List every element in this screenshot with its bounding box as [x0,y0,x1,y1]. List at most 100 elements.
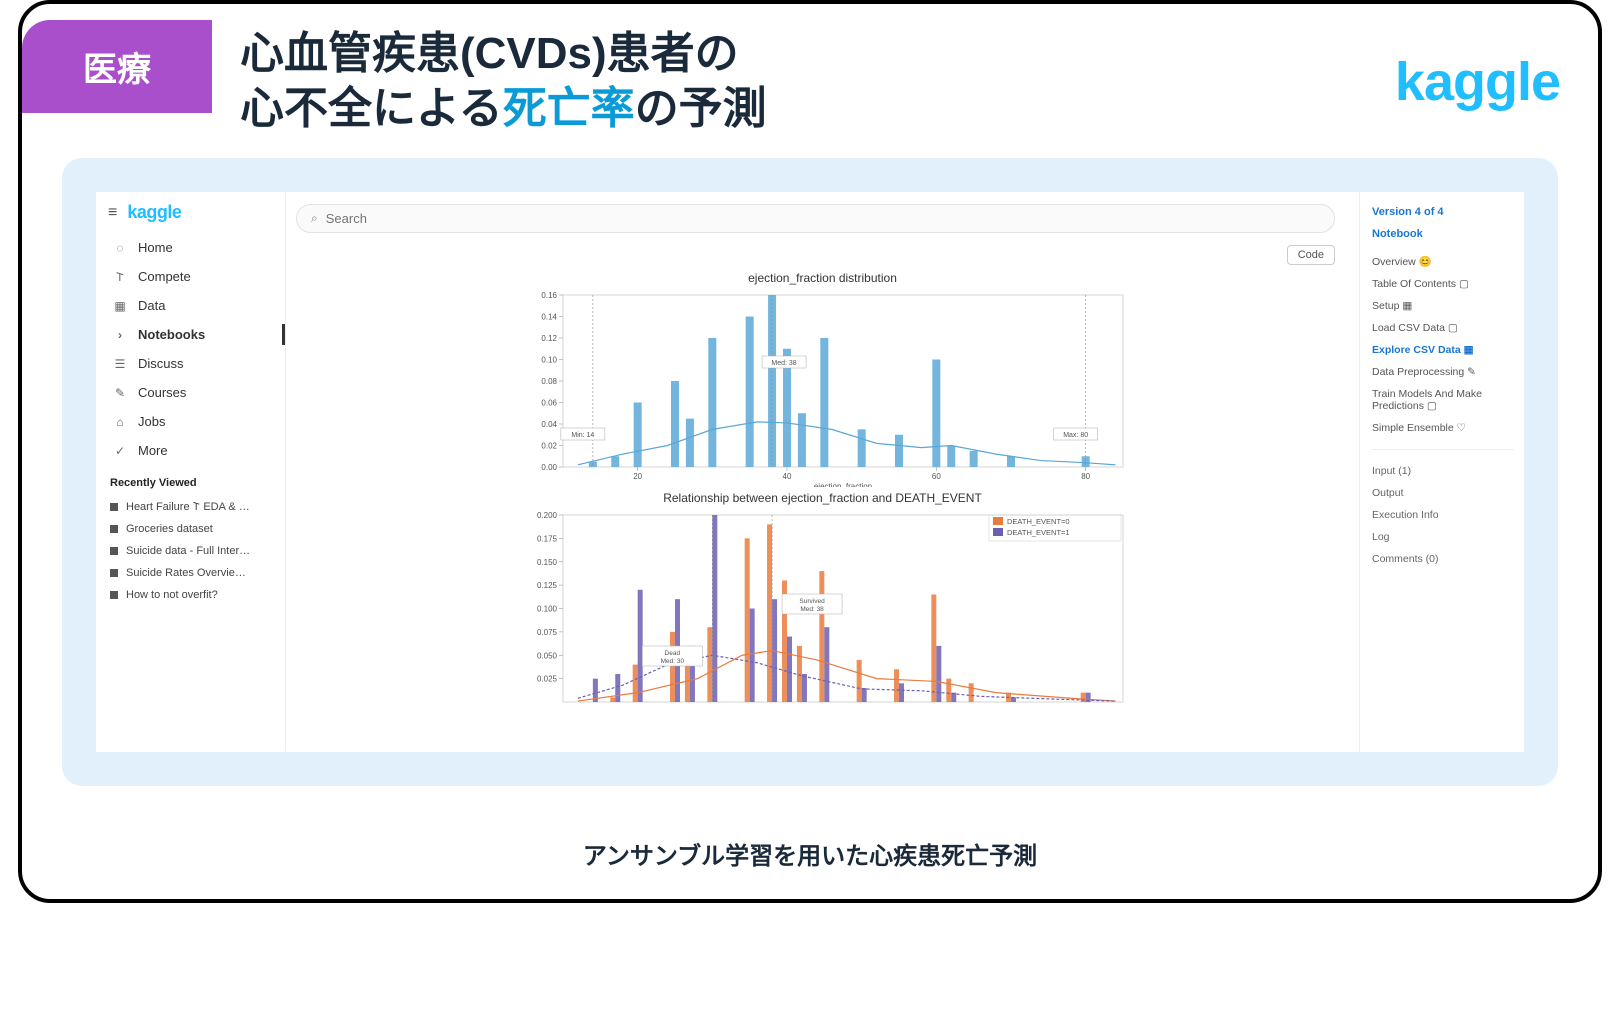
toc-item[interactable]: Setup ▦ [1372,295,1514,317]
svg-text:DEATH_EVENT=0: DEATH_EVENT=0 [1007,517,1070,526]
rv-label: Groceries dataset [126,523,213,535]
file-icon [110,547,118,555]
code-button[interactable]: Code [1287,245,1335,265]
svg-text:0.10: 0.10 [541,356,557,365]
svg-text:0.14: 0.14 [541,313,557,322]
title-highlight: 死亡率 [503,84,635,133]
slide-header: 医療 心血管疾患(CVDs)患者の 心不全による死亡率の予測 kaggle [22,4,1598,146]
toc-item[interactable]: Train Models And Make Predictions ▢ [1372,383,1514,417]
nav-label: Notebooks [138,327,205,342]
svg-text:20: 20 [633,472,642,481]
title-line2-a: 心不全による [240,84,503,133]
svg-text:0.175: 0.175 [536,534,557,543]
svg-text:0.200: 0.200 [536,511,557,520]
nav-label: Courses [138,385,186,400]
svg-text:0.100: 0.100 [536,605,557,614]
nav-label: Home [138,240,173,255]
sidebar: ≡ kaggle ◌ Home 𐌕 Compete ▦ Data › Notebooks ☰ Di… [96,192,286,752]
sidebar-logo[interactable]: kaggle [127,202,181,223]
rv-label: Suicide Rates Overvie… [126,567,246,579]
rail-section-item[interactable]: Execution Info [1372,504,1514,526]
title-line1: 心血管疾患(CVDs)患者の [240,29,739,78]
screenshot-frame: ≡ kaggle ◌ Home 𐌕 Compete ▦ Data › Notebooks ☰ Di… [62,158,1558,786]
nav-label: Jobs [138,414,165,429]
category-badge: 医療 [22,20,212,113]
file-icon [110,591,118,599]
kaggle-screenshot: ≡ kaggle ◌ Home 𐌕 Compete ▦ Data › Notebooks ☰ Di… [96,192,1524,752]
file-icon [110,569,118,577]
nav-item-compete[interactable]: 𐌕 Compete [108,262,277,291]
nav-label: Compete [138,269,191,284]
rail-separator [1372,449,1514,450]
chart1-title: ejection_fraction distribution [296,271,1349,285]
search-input[interactable] [326,211,1320,226]
nav-label: Discuss [138,356,184,371]
nav-label: More [138,443,168,458]
rv-label: How to not overfit? [126,589,218,601]
version-label[interactable]: Version 4 of 4 [1372,206,1514,218]
rail-section-item[interactable]: Comments (0) [1372,548,1514,570]
svg-text:DEATH_EVENT=1: DEATH_EVENT=1 [1007,528,1070,537]
recently-viewed-item[interactable]: Groceries dataset [108,518,277,540]
nav-icon: ⌂ [112,415,128,429]
recently-viewed-item[interactable]: Suicide Rates Overvie… [108,562,277,584]
nav-item-courses[interactable]: ✎Courses [108,378,277,407]
nav-label: Data [138,298,165,313]
recently-viewed-list: Heart Failure 𐌕 EDA & … Groceries dataset… [108,495,277,606]
rail-section-item[interactable]: Input (1) [1372,460,1514,482]
toc-item[interactable]: Data Preprocessing ✎ [1372,361,1514,383]
nav-item-notebooks[interactable]: › Notebooks [108,320,277,349]
search-bar[interactable]: ⌕ [296,204,1335,233]
svg-text:0.12: 0.12 [541,334,557,343]
svg-text:0.06: 0.06 [541,399,557,408]
nav-icon: 𐌕 [112,270,128,284]
file-icon [110,503,118,511]
rail-section-item[interactable]: Log [1372,526,1514,548]
svg-text:60: 60 [931,472,940,481]
notebook-label[interactable]: Notebook [1372,228,1514,240]
title-wrap: 心血管疾患(CVDs)患者の 心不全による死亡率の予測 [240,20,1395,136]
nav-icon: ▦ [112,299,128,313]
nav-item-discuss[interactable]: ☰ Discuss [108,349,277,378]
title-line2-b: の予測 [635,84,767,133]
toc-item[interactable]: Simple Ensemble ♡ [1372,417,1514,439]
svg-text:0.08: 0.08 [541,377,557,386]
recently-viewed-item[interactable]: How to not overfit? [108,584,277,606]
charts-area: ejection_fraction distribution 0.000.020… [286,267,1359,717]
nav-item-jobs[interactable]: ⌂ Jobs [108,407,277,436]
nav-item-home[interactable]: ◌ Home [108,233,277,262]
rail-sections: Input (1)OutputExecution InfoLogComments… [1372,460,1514,570]
toc-item[interactable]: Overview 😊 [1372,250,1514,273]
svg-text:0.025: 0.025 [536,675,557,684]
nav-icon: › [112,328,128,342]
svg-text:0.00: 0.00 [541,463,557,472]
rv-label: Suicide data - Full Inter… [126,545,250,557]
toc-item[interactable]: Table Of Contents ▢ [1372,273,1514,295]
svg-text:0.150: 0.150 [536,558,557,567]
svg-text:Dead: Dead [664,650,680,657]
nav-icon: ☰ [112,357,128,371]
nav-icon: ◌ [112,241,128,255]
file-icon [110,525,118,533]
svg-text:0.16: 0.16 [541,291,557,300]
nav-item-data[interactable]: ▦ Data [108,291,277,320]
toc-item[interactable]: Load CSV Data ▢ [1372,317,1514,339]
nav-icon: ✓ [112,444,128,458]
svg-text:0.04: 0.04 [541,420,557,429]
recently-viewed-header: Recently Viewed [110,477,277,489]
slide-caption: アンサンブル学習を用いた心疾患死亡予測 [22,816,1598,899]
rail-section-item[interactable]: Output [1372,482,1514,504]
svg-text:Survived: Survived [799,598,825,605]
recently-viewed-item[interactable]: Heart Failure 𐌕 EDA & … [108,495,277,518]
right-rail: Version 4 of 4 Notebook Overview 😊Table … [1359,192,1524,752]
hamburger-icon[interactable]: ≡ [108,204,117,222]
kaggle-logo: kaggle [1395,51,1560,113]
nav-item-more[interactable]: ✓ More [108,436,277,465]
nav-list: ◌ Home 𐌕 Compete ▦ Data › Notebooks ☰ Discuss ✎Cou… [108,233,277,465]
svg-text:0.125: 0.125 [536,581,557,590]
toc-item[interactable]: Explore CSV Data ▦ [1372,339,1514,361]
svg-text:0.075: 0.075 [536,628,557,637]
toc-list: Overview 😊Table Of Contents ▢Setup ▦Load… [1372,250,1514,439]
svg-text:Med: 38: Med: 38 [800,606,824,613]
recently-viewed-item[interactable]: Suicide data - Full Inter… [108,540,277,562]
